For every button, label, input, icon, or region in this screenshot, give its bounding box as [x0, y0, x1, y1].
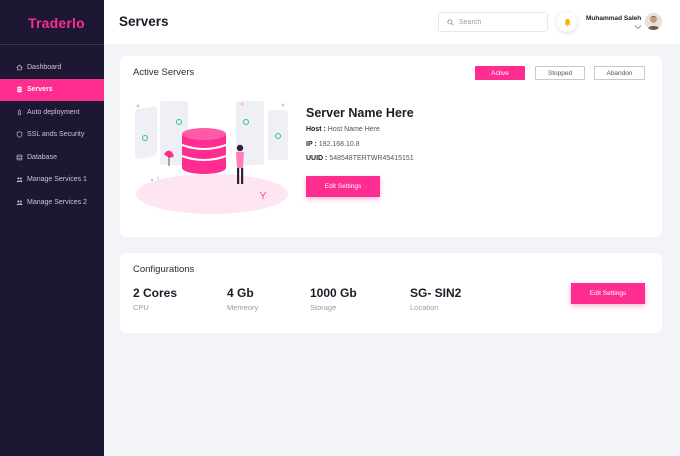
sidebar-item-manage-services-2[interactable]: Manage Services 2 — [0, 191, 104, 214]
users-icon — [15, 198, 23, 206]
sidebar-item-label: Auto deployment — [27, 108, 80, 116]
bell-icon — [563, 18, 571, 27]
sidebar-item-database[interactable]: Database — [0, 146, 104, 169]
home-icon — [15, 63, 23, 71]
configurations-title: Configurations — [133, 264, 195, 275]
sidebar-item-dashboard[interactable]: Dashboard — [0, 56, 104, 79]
edit-settings-button[interactable]: Edit Settings — [306, 176, 380, 197]
spec-memory: 4 Gb Memeory — [227, 286, 258, 312]
sidebar-item-label: Manage Services 2 — [27, 198, 87, 206]
search-input[interactable] — [459, 18, 539, 26]
sidebar-item-servers[interactable]: Servers — [0, 78, 104, 101]
spec-location: SG- SIN2 Location — [410, 286, 461, 312]
search-box[interactable] — [438, 12, 548, 32]
shield-icon — [15, 131, 23, 139]
configurations-card: Configurations 2 Cores CPU 4 Gb Memeory … — [120, 253, 662, 333]
sidebar-item-label: Database — [27, 153, 57, 161]
ip-value: 192.168.10.8 — [318, 141, 360, 148]
server-icon — [15, 86, 23, 94]
search-icon — [447, 18, 454, 26]
server-name: Server Name Here — [306, 106, 414, 120]
spec-label: Location — [410, 303, 439, 312]
filter-active-button[interactable]: Active — [475, 66, 525, 80]
filter-abandon-button[interactable]: Abandon — [594, 66, 645, 80]
chevron-down-icon[interactable] — [634, 24, 642, 30]
spec-storage: 1000 Gb Storage — [310, 286, 357, 312]
avatar[interactable] — [645, 13, 662, 30]
host-value: Host Name Here — [327, 126, 380, 133]
sidebar-item-label: Dashboard — [27, 63, 62, 71]
sidebar-nav: Dashboard Servers Auto deployment SSL an… — [0, 56, 104, 214]
sidebar-divider — [0, 44, 104, 45]
spec-cpu: 2 Cores CPU — [133, 286, 177, 312]
sidebar-item-manage-services-1[interactable]: Manage Services 1 — [0, 169, 104, 192]
server-uuid: UUID : 548548TERTWR45415151 — [306, 155, 414, 162]
filter-stopped-button[interactable]: Stopped — [535, 66, 585, 80]
spec-value: SG- SIN2 — [410, 286, 462, 300]
spec-label: Storage — [310, 303, 337, 312]
active-servers-card: Active Servers Active Stopped Abandon Se… — [120, 56, 662, 237]
spec-value: 1000 Gb — [310, 286, 357, 300]
sidebar-item-label: Manage Services 1 — [27, 176, 87, 184]
rocket-icon — [15, 108, 23, 116]
page-title: Servers — [119, 14, 169, 29]
config-edit-settings-button[interactable]: Edit Settings — [571, 283, 645, 304]
sidebar-item-label: Servers — [27, 86, 53, 94]
top-bar: Servers Muhammad Saleh — [104, 0, 680, 44]
database-icon — [15, 153, 23, 161]
app-logo[interactable]: Traderlo — [28, 15, 85, 31]
notification-button[interactable] — [557, 12, 577, 32]
users-icon — [15, 176, 23, 184]
spec-value: 4 Gb — [227, 286, 254, 300]
user-avatar-icon — [645, 13, 662, 30]
sidebar-item-ssl-security[interactable]: SSL ands Security — [0, 124, 104, 147]
sidebar-item-auto-deployment[interactable]: Auto deployment — [0, 101, 104, 124]
spec-value: 2 Cores — [133, 286, 178, 300]
user-name[interactable]: Muhammad Saleh — [586, 15, 641, 22]
server-ip: IP : 192.168.10.8 — [306, 141, 360, 148]
server-illustration — [135, 101, 288, 214]
uuid-value: 548548TERTWR45415151 — [329, 155, 414, 162]
server-host: Host : Host Name Here — [306, 126, 380, 133]
spec-label: Memeory — [227, 303, 259, 312]
ip-label: IP : — [306, 141, 317, 148]
spec-label: CPU — [133, 303, 149, 312]
sidebar-item-label: SSL ands Security — [27, 131, 85, 139]
uuid-label: UUID : — [306, 155, 328, 162]
host-label: Host : — [306, 126, 326, 133]
active-servers-title: Active Servers — [133, 67, 195, 78]
sidebar: Traderlo Dashboard Servers Auto deployme… — [0, 0, 104, 456]
